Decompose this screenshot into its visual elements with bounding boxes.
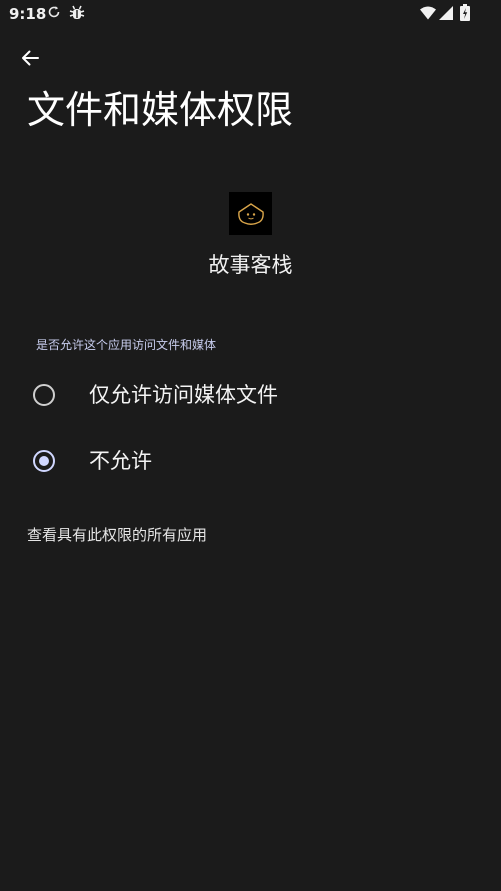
option-deny[interactable]: 不允许 xyxy=(0,431,501,491)
bug-icon xyxy=(69,5,85,19)
page-title: 文件和媒体权限 xyxy=(27,88,294,132)
radio-button-checked[interactable] xyxy=(33,450,55,472)
battery-charging-icon xyxy=(460,4,470,21)
option-label: 仅允许访问媒体文件 xyxy=(89,383,278,407)
status-time: 9:18 xyxy=(9,5,47,23)
option-allow-media-only[interactable]: 仅允许访问媒体文件 xyxy=(0,365,501,425)
app-name: 故事客栈 xyxy=(208,253,293,277)
permission-question-label: 是否允许这个应用访问文件和媒体 xyxy=(36,338,217,352)
radio-button-unchecked[interactable] xyxy=(33,384,55,406)
status-bar: 9:18 xyxy=(0,0,501,28)
app-icon xyxy=(229,192,272,235)
wifi-icon xyxy=(420,6,436,20)
option-label: 不允许 xyxy=(89,449,152,473)
sync-icon xyxy=(48,6,60,18)
app-logo-icon xyxy=(237,202,264,225)
cellular-signal-icon xyxy=(439,6,453,20)
arrow-left-icon xyxy=(22,50,39,66)
back-button[interactable] xyxy=(12,41,48,75)
see-all-apps-link[interactable]: 查看具有此权限的所有应用 xyxy=(27,524,207,546)
radio-selected-dot xyxy=(39,456,49,466)
